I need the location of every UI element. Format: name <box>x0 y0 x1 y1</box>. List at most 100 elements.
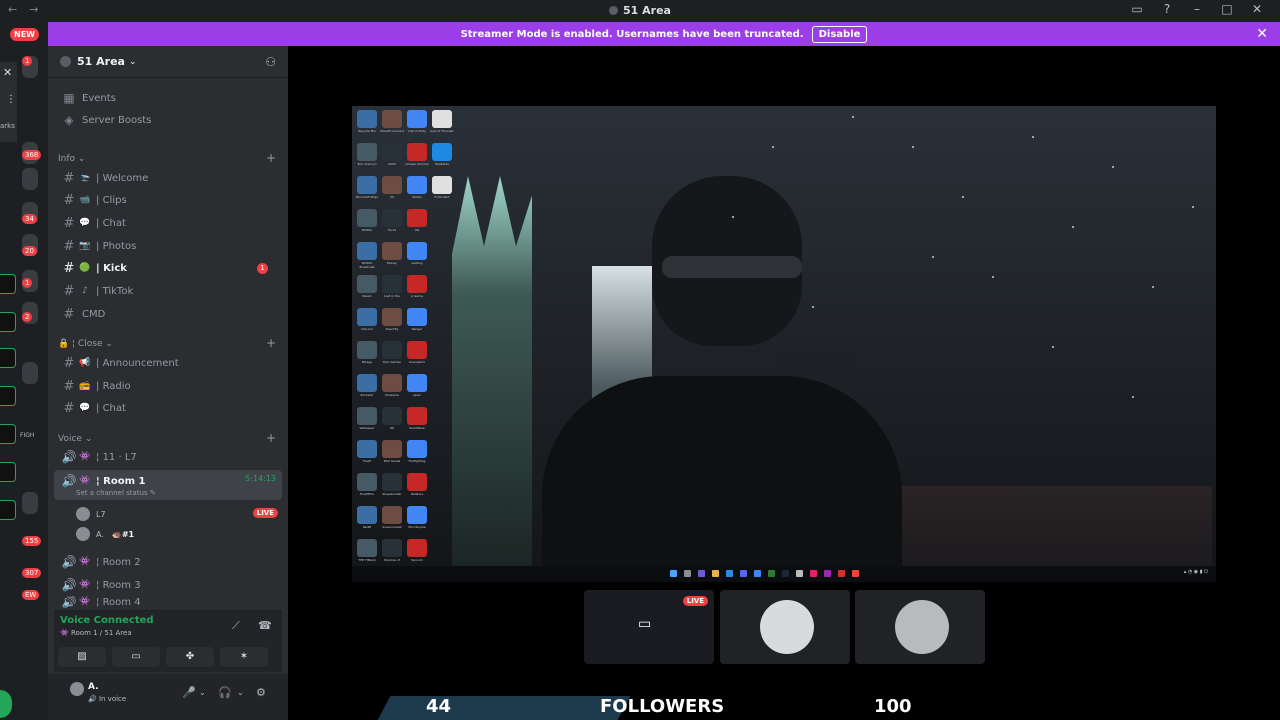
desktop-app-icon[interactable] <box>357 176 377 194</box>
desktop-app-icon[interactable] <box>407 473 427 491</box>
desktop-app-icon[interactable] <box>357 440 377 458</box>
add-channel-icon[interactable]: + <box>266 336 276 350</box>
desktop-app-icon[interactable] <box>407 407 427 425</box>
desktop-app-icon[interactable] <box>407 341 427 359</box>
desktop-app-icon[interactable] <box>357 506 377 524</box>
disconnect-icon[interactable]: ☎ <box>258 619 272 632</box>
headphones-icon[interactable]: 🎧 <box>218 686 232 699</box>
desktop-app-icon[interactable] <box>407 308 427 326</box>
desktop-app-icon[interactable] <box>357 407 377 425</box>
channel-cmd[interactable]: # CMD <box>56 303 280 325</box>
desktop-app-icon[interactable] <box>382 143 402 161</box>
noise-suppression-icon[interactable]: ⟋ <box>232 619 240 633</box>
events-item[interactable]: ▦ Events <box>56 87 280 109</box>
channel-tiktok[interactable]: # ♪ | TikTok <box>56 280 280 302</box>
voice-user-a[interactable]: A. 🦔#1 <box>76 524 134 544</box>
desktop-app-icon[interactable] <box>382 440 402 458</box>
desktop-app-icon[interactable] <box>382 110 402 128</box>
desktop-app-icon[interactable] <box>357 539 377 557</box>
new-badge[interactable]: NEW <box>10 28 39 41</box>
desktop-app-icon[interactable] <box>382 242 402 260</box>
edge-icon[interactable] <box>726 570 733 577</box>
voice-channel-room1[interactable]: 🔊 👾 ¦ Room 1 5:14:13 Set a channel statu… <box>54 470 282 500</box>
folder-icon[interactable] <box>712 570 719 577</box>
desktop-app-icon[interactable] <box>382 209 402 227</box>
minimize-button[interactable]: – <box>1182 2 1212 16</box>
desktop-app-icon[interactable] <box>357 143 377 161</box>
desktop-app-icon[interactable] <box>382 407 402 425</box>
close-icon[interactable]: ✕ <box>3 66 12 79</box>
desktop-app-icon[interactable] <box>407 209 427 227</box>
desktop-app-icon[interactable] <box>407 275 427 293</box>
desktop-app-icon[interactable] <box>432 176 452 194</box>
channel-welcome[interactable]: # 🛬 | Welcome <box>56 167 280 189</box>
camera-off-button[interactable]: ▨ <box>58 647 106 667</box>
desktop-app-icon[interactable] <box>407 506 427 524</box>
tool-icon[interactable] <box>0 462 16 482</box>
desktop-app-icon[interactable] <box>357 110 377 128</box>
channel-photos[interactable]: # 📷 | Photos <box>56 235 280 257</box>
search-icon[interactable] <box>684 570 691 577</box>
voice-channel-l7[interactable]: 🔊 👾 ¦ 11 · L7 <box>56 446 280 468</box>
screen-share-button[interactable]: ▭ <box>112 647 160 667</box>
activities-button[interactable]: ✤ <box>166 647 214 667</box>
desktop-app-icon[interactable] <box>432 110 452 128</box>
maximize-button[interactable]: □ <box>1212 2 1242 16</box>
microphone-icon[interactable]: 🎤 <box>182 686 196 699</box>
tool-icon[interactable] <box>0 312 16 332</box>
chrome-icon[interactable] <box>754 570 761 577</box>
desktop-app-icon[interactable] <box>382 341 402 359</box>
gear-icon[interactable]: ⚙ <box>256 686 266 699</box>
desktop-app-icon[interactable] <box>407 176 427 194</box>
category-voice[interactable]: Voice ⌄ <box>58 434 92 444</box>
desktop-app-icon[interactable] <box>432 143 452 161</box>
steam-icon[interactable] <box>782 570 789 577</box>
disable-button[interactable]: Disable <box>811 25 868 43</box>
desktop-app-icon[interactable] <box>357 341 377 359</box>
participant-tile[interactable] <box>720 590 850 664</box>
chevron-down-icon[interactable]: ⌄ <box>237 688 244 697</box>
voice-channel-room3[interactable]: 🔊 👾 ¦ Room 3 <box>56 574 280 596</box>
tool-icon[interactable] <box>0 348 16 368</box>
channel-announcement[interactable]: # 📢 | Announcement <box>56 352 280 374</box>
desktop-app-icon[interactable] <box>407 242 427 260</box>
desktop-app-icon[interactable] <box>407 143 427 161</box>
add-channel-icon[interactable]: + <box>266 151 276 165</box>
channel-chat-2[interactable]: # 💬 | Chat <box>56 397 280 419</box>
channel-status[interactable]: Set a channel status ✎ <box>76 489 156 497</box>
screen-share-view[interactable]: Recycle Bin Ubisoft Connect Call of Duty Go… <box>352 106 1216 582</box>
desktop-app-icon[interactable] <box>382 374 402 392</box>
voice-channel-room2[interactable]: 🔊 👾 ¦ Room 2 <box>56 551 280 573</box>
add-channel-icon[interactable]: + <box>266 431 276 445</box>
desktop-app-icon[interactable] <box>382 176 402 194</box>
taskbar-app-icon[interactable] <box>824 570 831 577</box>
category-info[interactable]: Info ⌄ <box>58 154 85 164</box>
server-icon-3[interactable] <box>22 168 38 190</box>
tool-icon[interactable] <box>0 424 16 444</box>
desktop-app-icon[interactable] <box>382 275 402 293</box>
taskbar-app-icon[interactable] <box>698 570 705 577</box>
voice-connected-subtitle[interactable]: 👾 Room 1 / 51 Area <box>60 629 132 637</box>
soundboard-button[interactable]: ✶ <box>220 647 268 667</box>
tool-icon[interactable] <box>0 500 16 520</box>
server-boosts-item[interactable]: ◈ Server Boosts <box>56 109 280 131</box>
voice-user-l7[interactable]: L7 <box>76 504 106 524</box>
inbox-icon[interactable]: ▭ <box>1122 2 1152 16</box>
channel-kick[interactable]: # 🟢 | Kick 1 <box>56 257 280 279</box>
start-icon[interactable] <box>670 570 677 577</box>
desktop-app-icon[interactable] <box>357 209 377 227</box>
close-window-button[interactable]: ✕ <box>1242 2 1272 16</box>
voice-channel-room4[interactable]: 🔊 👾 ¦ Room 4 <box>56 596 280 608</box>
more-icon[interactable]: ⋮ <box>6 94 16 105</box>
desktop-app-icon[interactable] <box>357 374 377 392</box>
taskbar-app-icon[interactable] <box>838 570 845 577</box>
desktop-app-icon[interactable] <box>357 275 377 293</box>
avatar[interactable] <box>70 682 84 696</box>
taskbar-app-icon[interactable] <box>852 570 859 577</box>
xbox-icon[interactable] <box>768 570 775 577</box>
banner-close-icon[interactable]: ✕ <box>1256 26 1268 42</box>
desktop-app-icon[interactable] <box>382 308 402 326</box>
chevron-down-icon[interactable]: ⌄ <box>199 688 206 697</box>
discord-icon[interactable] <box>740 570 747 577</box>
taskbar-app-icon[interactable] <box>796 570 803 577</box>
